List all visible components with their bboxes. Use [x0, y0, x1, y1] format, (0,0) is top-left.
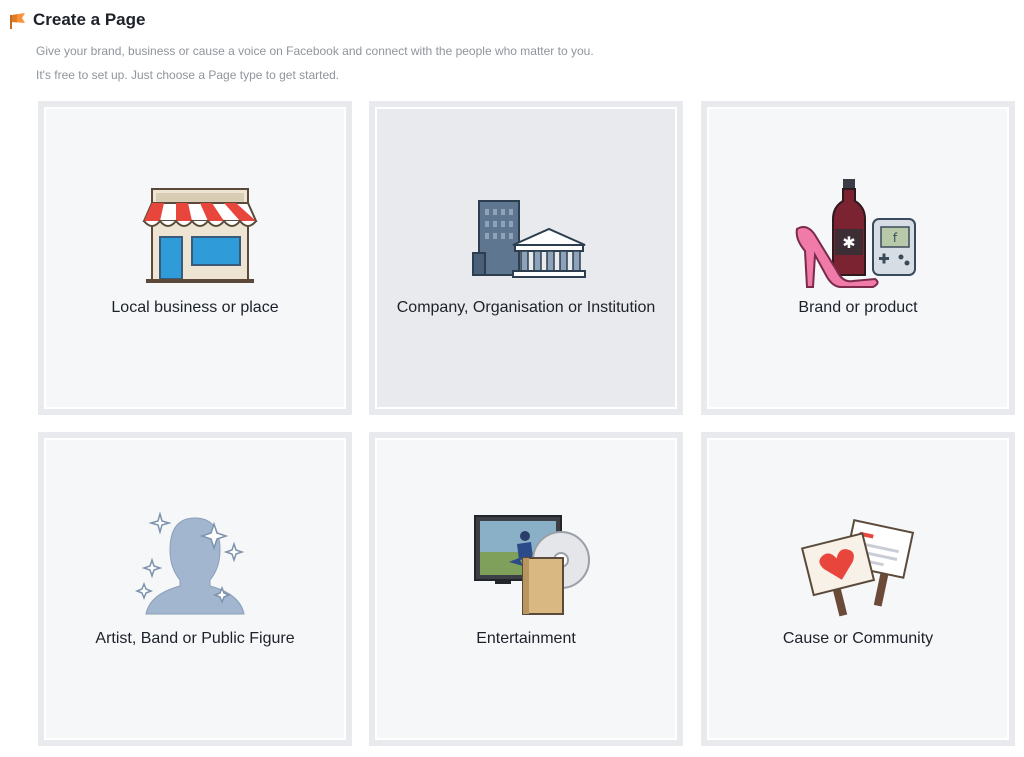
tile-brand[interactable]: ✱ f Brand or product [701, 101, 1015, 415]
tile-artist[interactable]: Artist, Band or Public Figure [38, 432, 352, 746]
page-flag-icon [10, 13, 25, 29]
tile-label: Entertainment [476, 630, 576, 647]
tile-label: Brand or product [798, 299, 918, 316]
subtitle-line-1: Give your brand, business or cause a voi… [36, 44, 594, 58]
storefront-icon [142, 188, 258, 283]
page-title: Create a Page [33, 10, 146, 29]
products-icon: ✱ f [795, 179, 916, 288]
entertainment-icon [474, 515, 590, 615]
buildings-icon [472, 200, 586, 278]
tile-label: Cause or Community [782, 630, 934, 647]
svg-text:✱: ✱ [842, 233, 855, 252]
tile-label: Company, Organisation or Institution [396, 299, 656, 316]
tile-local-business[interactable]: Local business or place [38, 101, 352, 415]
person-silhouette-icon [134, 511, 245, 615]
protest-signs-icon [800, 519, 915, 617]
tile-cause[interactable]: Cause or Community [701, 432, 1015, 746]
tile-label: Artist, Band or Public Figure [95, 630, 295, 647]
tile-company[interactable]: Company, Organisation or Institution [369, 101, 683, 415]
subtitle-line-2: It's free to set up. Just choose a Page … [36, 68, 340, 82]
tile-entertainment[interactable]: Entertainment [369, 432, 683, 746]
tile-label: Local business or place [111, 299, 279, 316]
